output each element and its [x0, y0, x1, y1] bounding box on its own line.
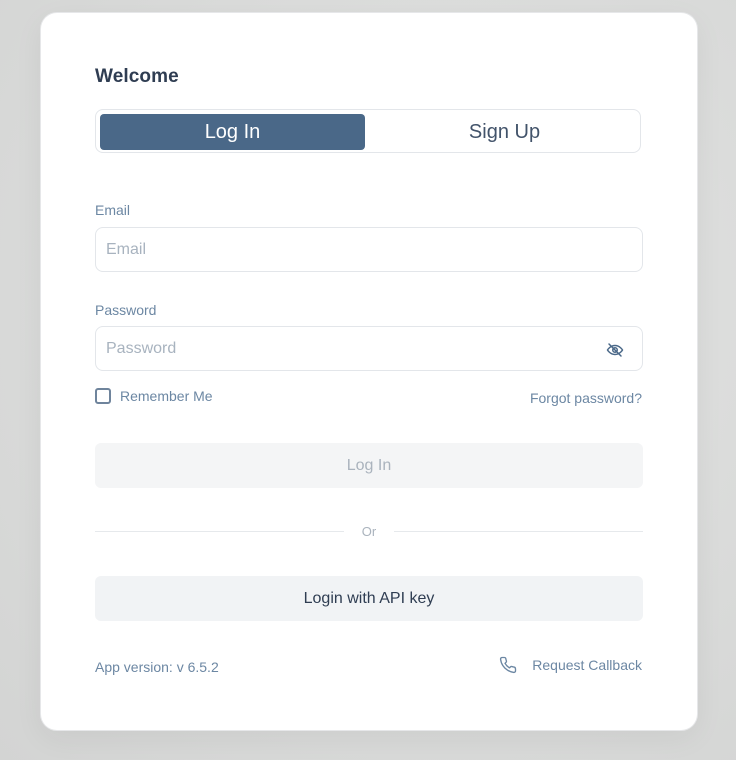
remember-me-label: Remember Me: [120, 388, 213, 404]
remember-me-checkbox[interactable]: Remember Me: [95, 388, 213, 404]
divider-line-right: [394, 531, 643, 532]
phone-icon: [499, 656, 517, 674]
email-label: Email: [95, 202, 131, 218]
checkbox-box[interactable]: [95, 388, 111, 404]
password-label: Password: [95, 302, 157, 318]
password-field[interactable]: [96, 327, 586, 370]
api-key-login-button[interactable]: Login with API key: [95, 576, 643, 621]
app-version: App version: v 6.5.2: [95, 659, 219, 675]
divider-line-left: [95, 531, 344, 532]
forgot-password-link[interactable]: Forgot password?: [530, 390, 642, 406]
login-button[interactable]: Log In: [95, 443, 643, 488]
password-field-wrapper: [95, 326, 643, 371]
auth-tabs: Log In Sign Up: [95, 109, 641, 153]
request-callback-label: Request Callback: [532, 657, 642, 673]
page-title: Welcome: [95, 66, 179, 87]
login-card: Welcome Log In Sign Up Email Password Re…: [41, 13, 697, 730]
divider-text: Or: [361, 524, 377, 539]
eye-off-icon[interactable]: [606, 341, 624, 359]
email-field-wrapper: [95, 227, 643, 272]
email-field[interactable]: [96, 228, 586, 271]
tab-login[interactable]: Log In: [100, 114, 365, 150]
request-callback-link[interactable]: Request Callback: [499, 656, 642, 674]
tab-signup[interactable]: Sign Up: [372, 114, 637, 150]
